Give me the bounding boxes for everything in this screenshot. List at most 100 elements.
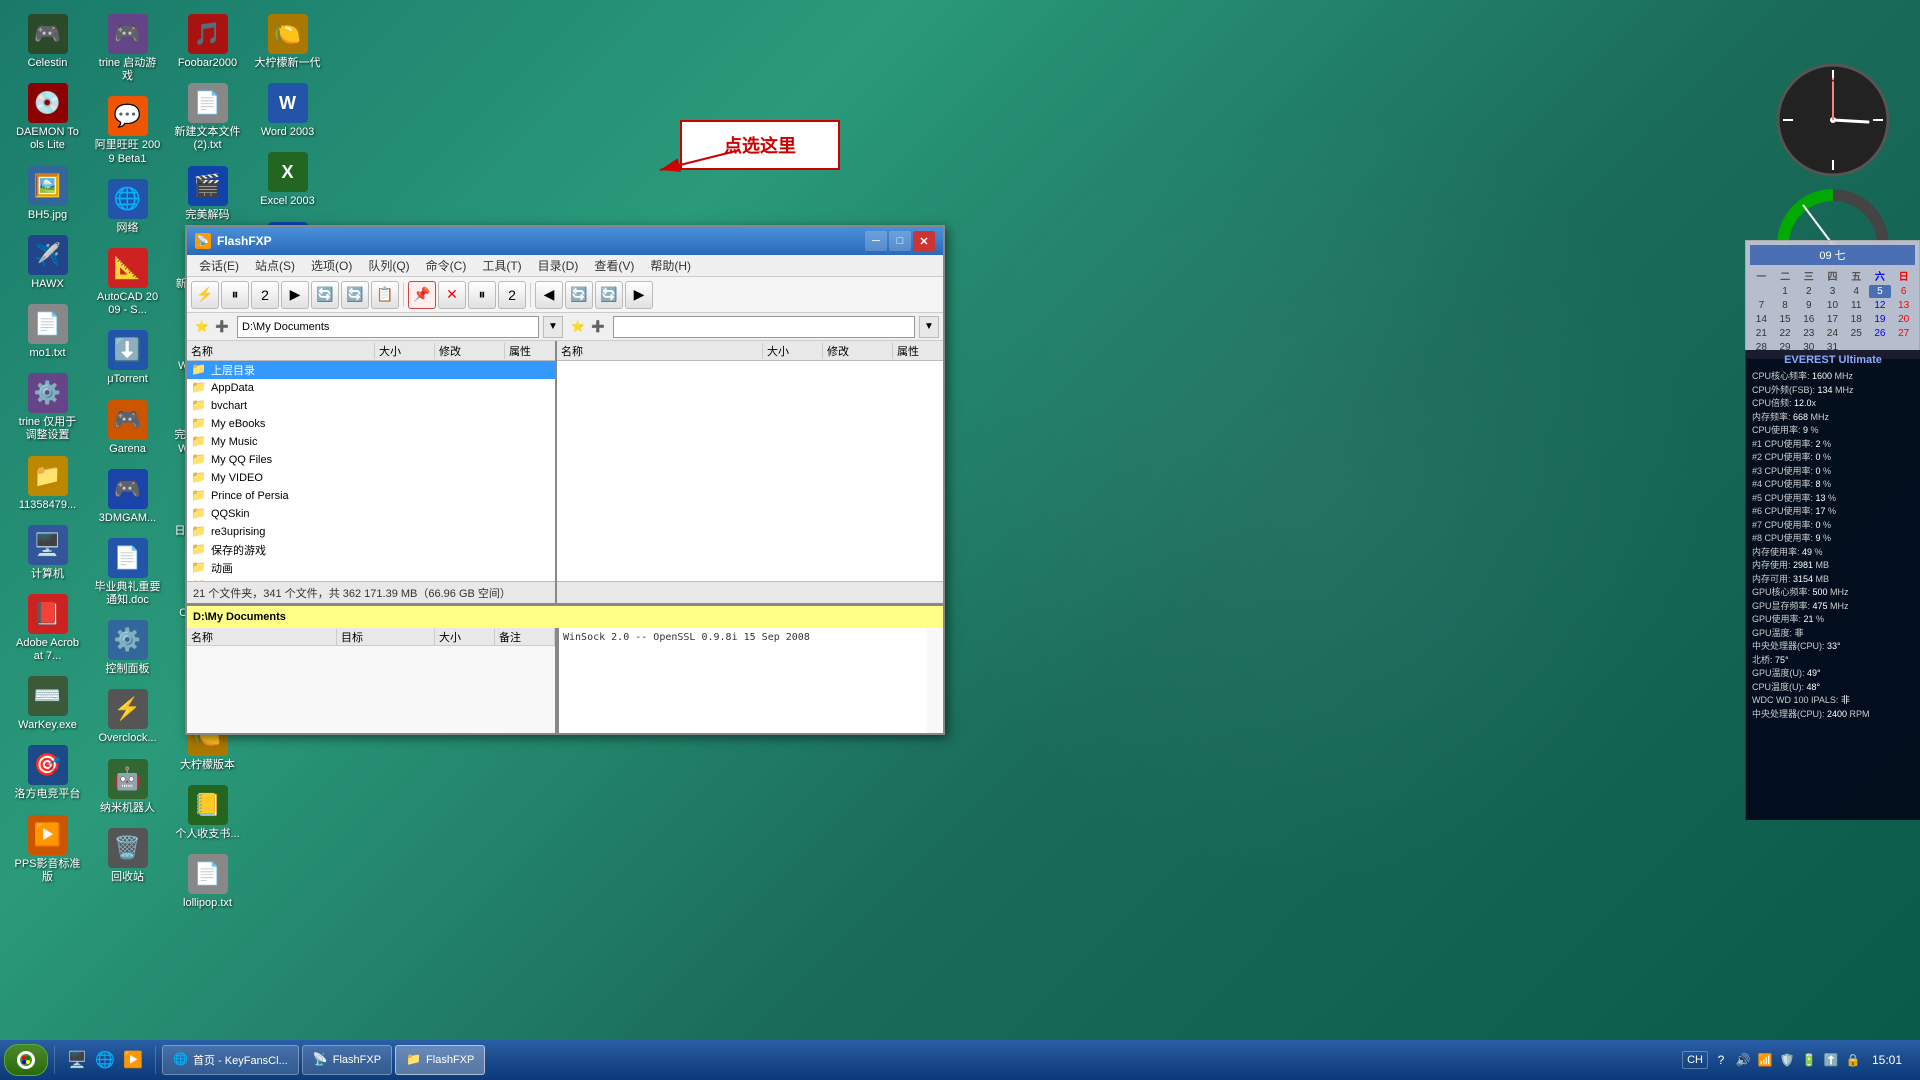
minimize-button[interactable]: ─ <box>865 231 887 251</box>
toolbar-refresh2-btn[interactable]: 🔄 <box>595 281 623 309</box>
tray-icon-network[interactable]: 📶 <box>1756 1051 1774 1069</box>
close-button[interactable]: ✕ <box>913 231 935 251</box>
menu-chakan[interactable]: 查看(V) <box>586 255 642 276</box>
bookmark-icon[interactable]: ⭐ <box>193 318 211 336</box>
file-row-qqskin[interactable]: 📁 QQSkin <box>187 505 555 523</box>
desktop-icon-trine2[interactable]: 🎮 trine 启动游戏 <box>90 10 165 87</box>
menu-mulu[interactable]: 目录(D) <box>530 255 587 276</box>
start-button[interactable] <box>4 1044 48 1076</box>
desktop-icon-recycle[interactable]: 🗑️ 回收站 <box>90 824 165 888</box>
bookmark2-icon[interactable]: ⭐ <box>569 318 587 336</box>
desktop-icon-warkey[interactable]: ⌨️ WarKey.exe <box>10 672 85 736</box>
tray-icon-antivirus[interactable]: 🔒 <box>1844 1051 1862 1069</box>
menu-bangzhu[interactable]: 帮助(H) <box>642 255 699 276</box>
tray-time[interactable]: 15:01 <box>1866 1053 1908 1067</box>
menu-gongju[interactable]: 工具(T) <box>474 255 529 276</box>
file-row-re3[interactable]: 📁 re3uprising <box>187 523 555 541</box>
toolbar-num-btn[interactable]: 2 <box>498 281 526 309</box>
toolbar-right-btn[interactable]: ▶ <box>625 281 653 309</box>
toolbar-btn-7[interactable]: 📋 <box>371 281 399 309</box>
desktop-icon-gerenshu[interactable]: 📒 个人收支书... <box>170 781 245 845</box>
desktop-icon-nami[interactable]: 🤖 纳米机器人 <box>90 755 165 819</box>
desktop-icon-trine[interactable]: ⚙️ trine 仅用于调整设置 <box>10 369 85 446</box>
menu-xuanxiang[interactable]: 选项(O) <box>303 255 360 276</box>
ql-ie[interactable]: 🌐 <box>93 1048 117 1072</box>
desktop-icon-wangluo[interactable]: 🌐 网络 <box>90 175 165 239</box>
desktop-icon-3dm[interactable]: 🎮 3DMGAM... <box>90 465 165 529</box>
toolbar-btn-2[interactable]: ⏸ <box>221 281 249 309</box>
desktop-icon-garena[interactable]: 🎮 Garena <box>90 396 165 460</box>
desktop-icon-word2003[interactable]: W Word 2003 <box>250 79 325 143</box>
tray-icon-update[interactable]: ⬆️ <box>1822 1051 1840 1069</box>
taskbar-item-3[interactable]: 📁 FlashFXP <box>395 1045 485 1075</box>
ql-show-desktop[interactable]: 🖥️ <box>65 1048 89 1072</box>
ql-media[interactable]: ▶️ <box>121 1048 145 1072</box>
file-row-appdata[interactable]: 📁 AppData <box>187 379 555 397</box>
toolbar-btn-3[interactable]: 2 <box>251 281 279 309</box>
everest-row-8: #3 CPU使用率: 0 % <box>1750 465 1916 479</box>
left-status-bar: 21 个文件夹，341 个文件，共 362 171.39 MB（66.96 GB… <box>187 581 555 603</box>
desktop-icon-pps[interactable]: ▶️ PPS影音标准版 <box>10 811 85 888</box>
toolbar-pause-btn[interactable]: ⏸ <box>468 281 496 309</box>
desktop-icon-kongzhi[interactable]: ⚙️ 控制面板 <box>90 616 165 680</box>
file-row-video[interactable]: 📁 My VIDEO <box>187 469 555 487</box>
menu-duilie[interactable]: 队列(Q) <box>360 255 417 276</box>
maximize-button[interactable]: □ <box>889 231 911 251</box>
toolbar-btn-4[interactable]: ▶ <box>281 281 309 309</box>
desktop-icon-bh5[interactable]: 🖼️ BH5.jpg <box>10 162 85 226</box>
desktop-icon-jisuanji[interactable]: 🖥️ 计算机 <box>10 521 85 585</box>
right-address-input[interactable] <box>613 316 915 338</box>
toolbar-btn-6[interactable]: 🔄 <box>341 281 369 309</box>
tray-icon-sound[interactable]: 🔊 <box>1734 1051 1752 1069</box>
toolbar-refresh-btn[interactable]: 🔄 <box>565 281 593 309</box>
desktop-icon-lolipop[interactable]: 📄 lollipop.txt <box>170 850 245 914</box>
right-addr-dropdown[interactable]: ▼ <box>919 316 939 338</box>
menu-zhandian[interactable]: 站点(S) <box>247 255 303 276</box>
file-row-bvchart[interactable]: 📁 bvchart <box>187 397 555 415</box>
desktop-icon-aliwang[interactable]: 💬 阿里旺旺 2009 Beta1 <box>90 92 165 169</box>
taskbar-item-1[interactable]: 🌐 首页 - KeyFansCl... <box>162 1045 299 1075</box>
menu-huihua[interactable]: 会话(E) <box>191 255 247 276</box>
desktop-icon-xinjian[interactable]: 📄 新建文本文件(2).txt <box>170 79 245 156</box>
desktop-icon-overclk[interactable]: ⚡ Overclock... <box>90 685 165 749</box>
desktop-icon-biye[interactable]: 📄 毕业典礼重要通知.doc <box>90 534 165 611</box>
tray-lang[interactable]: CH <box>1682 1051 1708 1069</box>
desktop-icon-hawx[interactable]: ✈️ HAWX <box>10 231 85 295</box>
desktop-icon-dajie2[interactable]: 🍋 大柠檬新一代 <box>250 10 325 74</box>
toolbar-bookmark-btn[interactable]: 📌 <box>408 281 436 309</box>
tray-icon-power[interactable]: 🔋 <box>1800 1051 1818 1069</box>
menu-mingling[interactable]: 命令(C) <box>418 255 475 276</box>
desktop-icon-autocad[interactable]: 📐 AutoCAD 2009 - S... <box>90 244 165 321</box>
desktop-icon-wanchuan[interactable]: 🎬 完美解码 <box>170 162 245 226</box>
file-row-donghua[interactable]: 📁 动画 <box>187 559 555 577</box>
cal-cell: 9 <box>1797 299 1820 312</box>
desktop-icon-mo1[interactable]: 📄 mo1.txt <box>10 300 85 364</box>
add2-icon[interactable]: ➕ <box>589 318 607 336</box>
toolbar-cancel-btn[interactable]: ✕ <box>438 281 466 309</box>
right-file-list[interactable] <box>557 361 943 581</box>
file-row-prince[interactable]: 📁 Prince of Persia <box>187 487 555 505</box>
tray-icon-security[interactable]: 🛡️ <box>1778 1051 1796 1069</box>
toolbar-btn-5[interactable]: 🔄 <box>311 281 339 309</box>
file-row-ebooks[interactable]: 📁 My eBooks <box>187 415 555 433</box>
toolbar-left-btn[interactable]: ◀ <box>535 281 563 309</box>
desktop-icon-celestin[interactable]: 🎮 Celestin <box>10 10 85 74</box>
file-row-qq[interactable]: 📁 My QQ Files <box>187 451 555 469</box>
add-icon[interactable]: ➕ <box>213 318 231 336</box>
desktop-icon-excel2003[interactable]: X Excel 2003 <box>250 148 325 212</box>
desktop-icon-utorrent[interactable]: ⬇️ μTorrent <box>90 326 165 390</box>
left-file-list[interactable]: 📁 上层目录 📁 AppData 📁 bvchart 📁 <box>187 361 555 581</box>
desktop-icon-foobar[interactable]: 🎵 Foobar2000 <box>170 10 245 74</box>
file-row-music[interactable]: 📁 My Music <box>187 433 555 451</box>
toolbar-btn-1[interactable]: ⚡ <box>191 281 219 309</box>
taskbar-item-2[interactable]: 📡 FlashFXP <box>302 1045 392 1075</box>
file-row-parent[interactable]: 📁 上层目录 <box>187 361 555 379</box>
desktop-icon-daemon[interactable]: 💿 DAEMON Tools Lite <box>10 79 85 156</box>
tray-icon-help[interactable]: ? <box>1712 1051 1730 1069</box>
desktop-icon-11358[interactable]: 📁 11358479... <box>10 452 85 516</box>
desktop-icon-lifang[interactable]: 🎯 洛方电竞平台 <box>10 741 85 805</box>
desktop-icon-acrobat[interactable]: 📕 Adobe Acrobat 7... <box>10 590 85 667</box>
file-row-baocun[interactable]: 📁 保存的游戏 <box>187 541 555 559</box>
left-addr-dropdown[interactable]: ▼ <box>543 316 563 338</box>
left-address-input[interactable] <box>237 316 539 338</box>
